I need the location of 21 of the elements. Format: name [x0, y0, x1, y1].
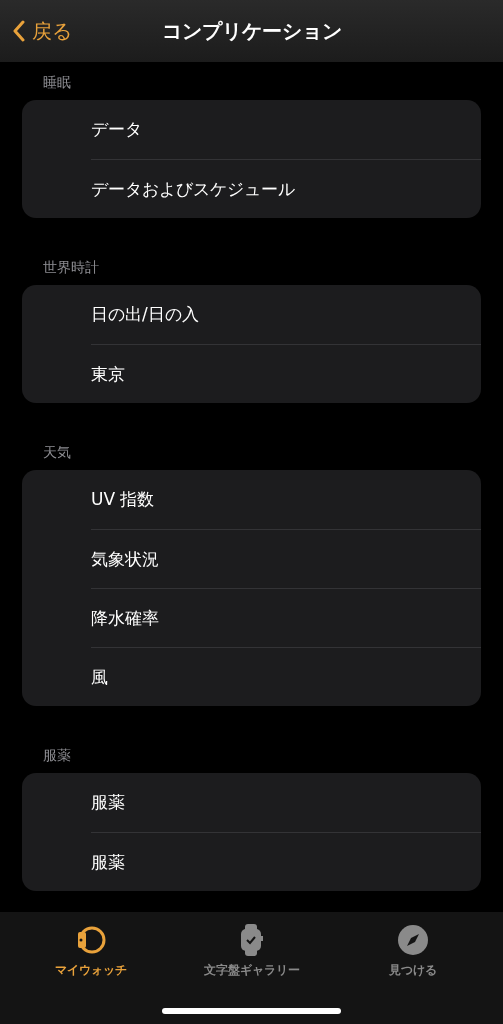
list-item[interactable]: 日の出/日の入 [91, 285, 481, 344]
screen-title: コンプリケーション [161, 18, 342, 43]
section-header: 服薬 [43, 747, 71, 763]
list-item[interactable]: 服薬 [91, 832, 481, 891]
compass-icon [396, 924, 429, 956]
chevron-left-icon [12, 20, 26, 42]
list-item[interactable]: データ [91, 100, 481, 159]
watch-icon [238, 924, 265, 956]
list-item[interactable]: 風 [91, 647, 481, 706]
list-item[interactable]: 東京 [91, 344, 481, 403]
list-item[interactable]: 気象状況 [91, 529, 481, 588]
list-item[interactable]: 服薬 [91, 773, 481, 832]
section-header: 睡眠 [43, 74, 71, 90]
section-header: 世界時計 [43, 259, 99, 275]
list-item[interactable]: データおよびスケジュール [91, 159, 481, 218]
list-item[interactable]: 降水確率 [91, 588, 481, 647]
list-item[interactable]: UV 指数 [91, 470, 481, 529]
section-header: 天気 [43, 444, 71, 460]
tab[interactable]: 見つける [337, 912, 488, 1024]
back-button[interactable]: 戻る [12, 17, 72, 45]
tab[interactable]: マイウォッチ [15, 912, 166, 1024]
